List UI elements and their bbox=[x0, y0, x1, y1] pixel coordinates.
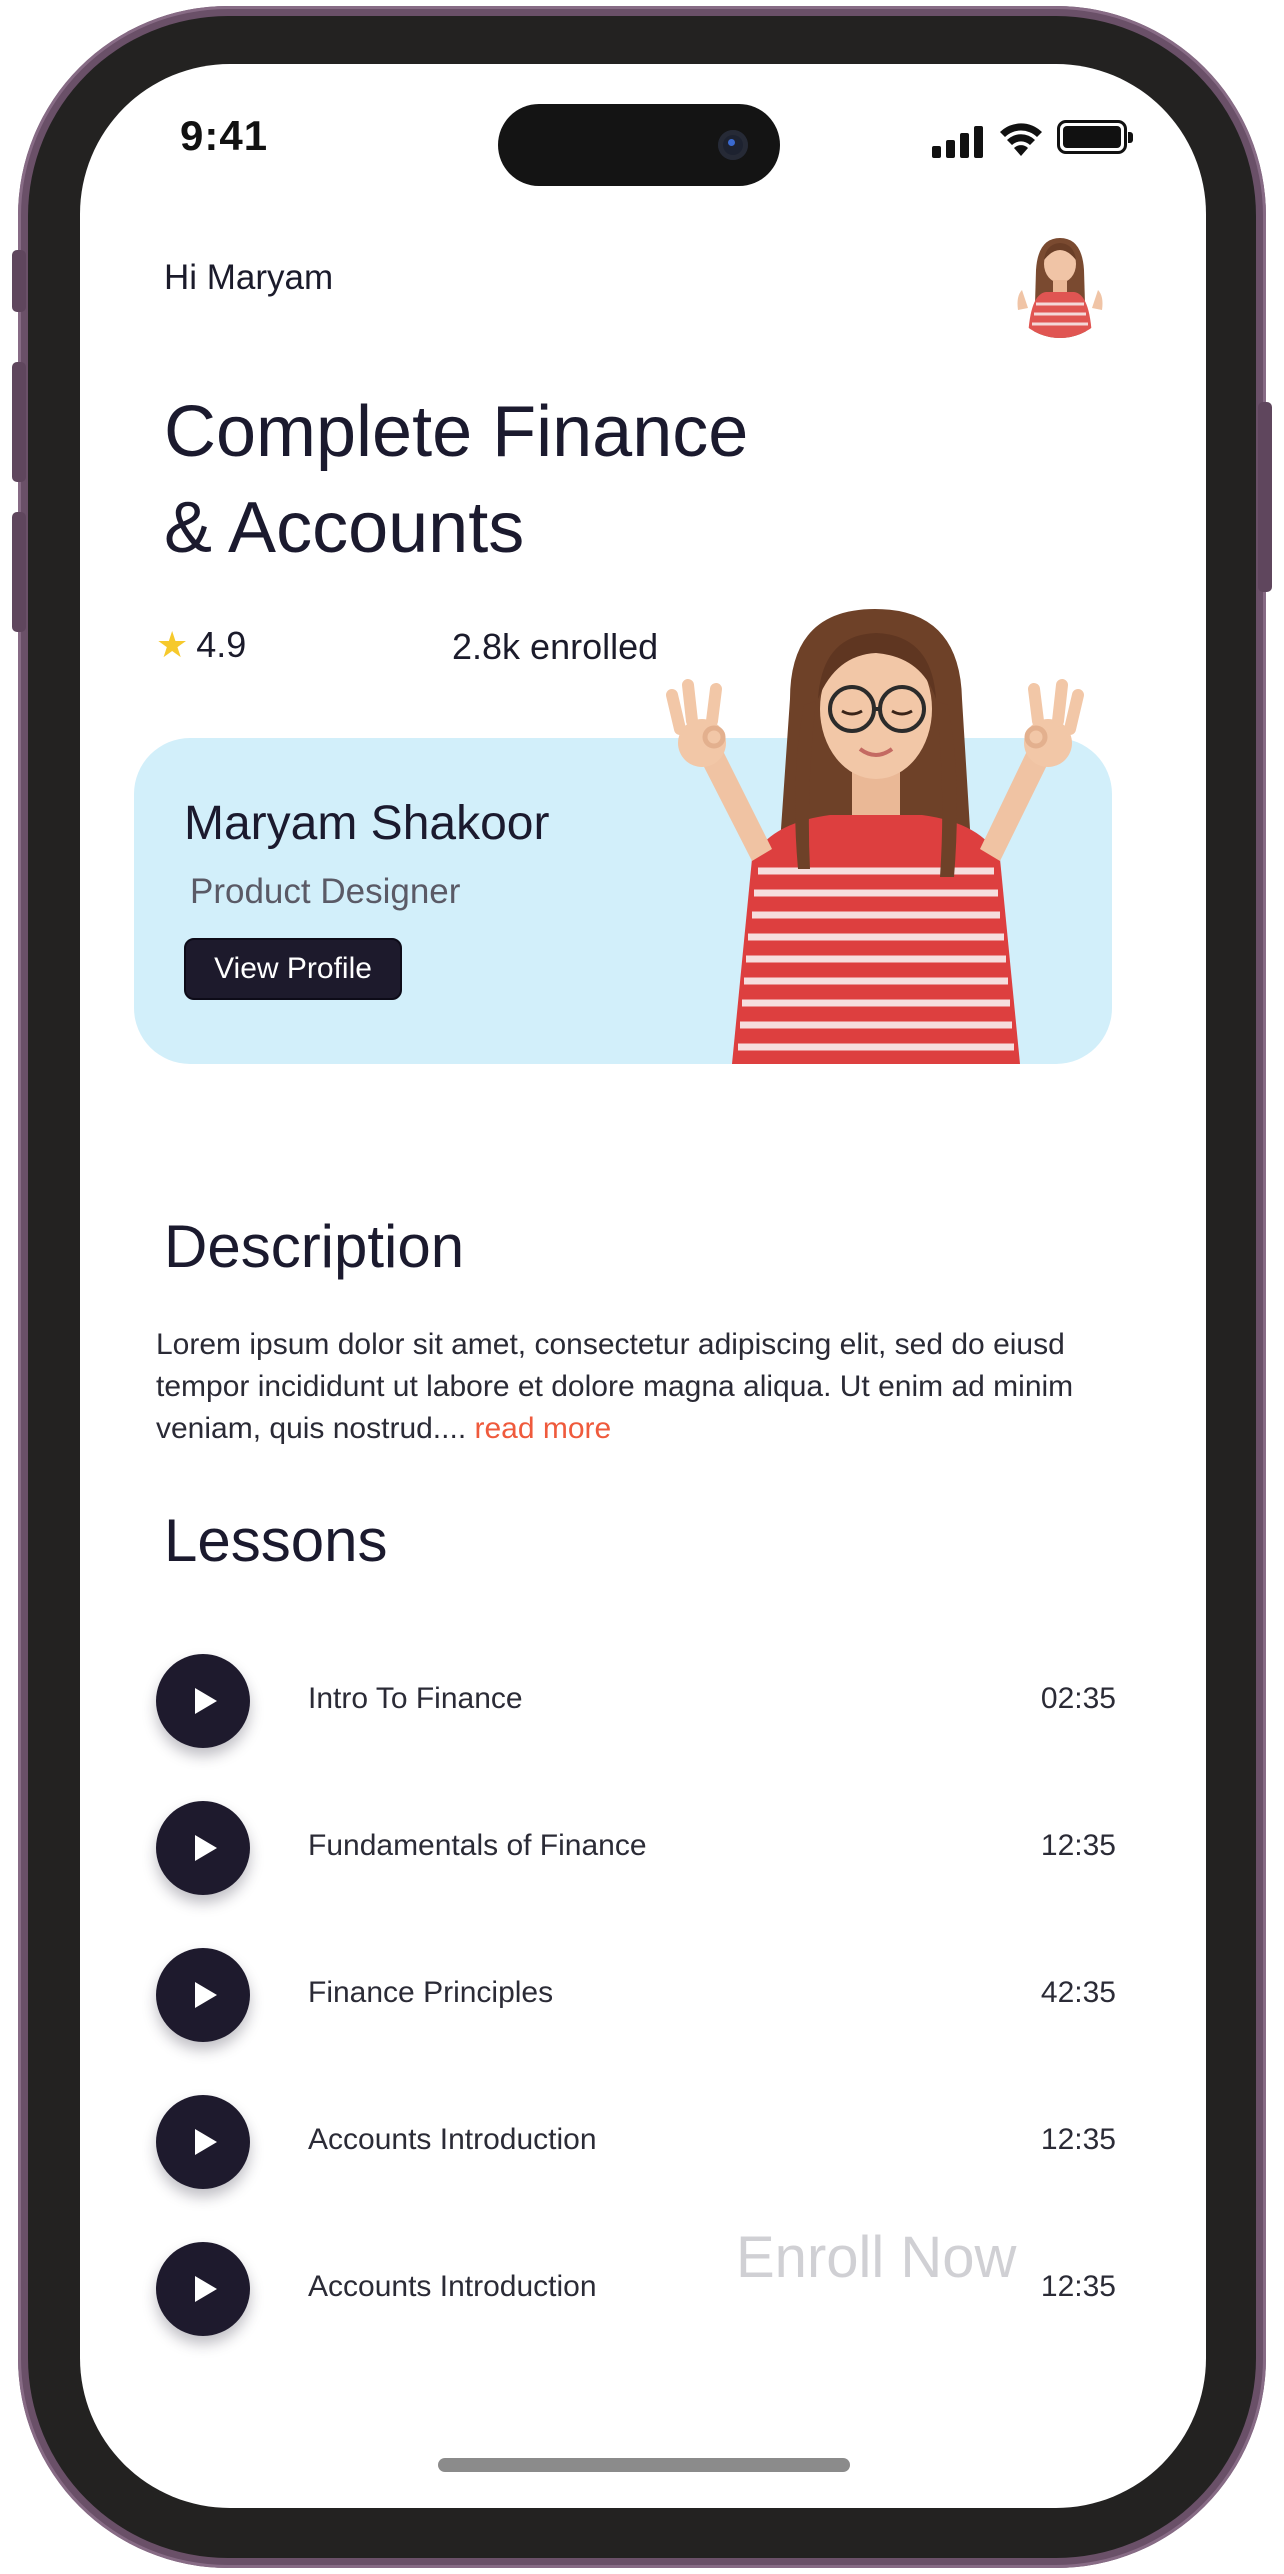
instructor-photo bbox=[640, 609, 1110, 1064]
lessons-heading: Lessons bbox=[164, 1507, 388, 1574]
play-button[interactable] bbox=[156, 1654, 250, 1748]
instructor-role: Product Designer bbox=[190, 872, 461, 911]
course-title-line2: & Accounts bbox=[164, 488, 525, 568]
greeting-text: Hi Maryam bbox=[164, 258, 334, 297]
lesson-title: Intro To Finance bbox=[308, 1682, 523, 1715]
play-icon bbox=[195, 1982, 217, 2008]
dynamic-island bbox=[498, 104, 780, 186]
battery-icon bbox=[1057, 120, 1133, 154]
course-title-line1: Complete Finance bbox=[164, 392, 749, 472]
play-button[interactable] bbox=[156, 1948, 250, 2042]
home-indicator[interactable] bbox=[438, 2458, 850, 2472]
read-more-link[interactable]: read more bbox=[475, 1412, 612, 1445]
wifi-icon bbox=[1000, 123, 1042, 156]
play-button[interactable] bbox=[156, 1801, 250, 1895]
lesson-duration: 12:35 bbox=[1040, 1829, 1116, 1862]
description-text: Lorem ipsum dolor sit amet, consectetur … bbox=[156, 1324, 1116, 1450]
camera-icon bbox=[718, 130, 748, 160]
description-body: Lorem ipsum dolor sit amet, consectetur … bbox=[156, 1328, 1074, 1445]
view-profile-button[interactable]: View Profile bbox=[184, 938, 402, 1000]
volume-up-button bbox=[12, 362, 26, 482]
play-button[interactable] bbox=[156, 2242, 250, 2336]
instructor-name: Maryam Shakoor bbox=[184, 797, 550, 850]
avatar[interactable] bbox=[1006, 230, 1114, 338]
lesson-item[interactable]: Intro To Finance 02:35 bbox=[156, 1654, 1116, 1750]
lesson-title: Finance Principles bbox=[308, 1976, 554, 2009]
play-icon bbox=[195, 1835, 217, 1861]
cellular-signal-icon bbox=[932, 126, 984, 158]
lesson-item[interactable]: Accounts Introduction 12:35 bbox=[156, 2242, 1116, 2338]
play-icon bbox=[195, 2129, 217, 2155]
description-heading: Description bbox=[164, 1213, 465, 1280]
lesson-title: Accounts Introduction bbox=[308, 2270, 597, 2303]
course-title: Complete Finance & Accounts bbox=[164, 384, 884, 576]
lesson-item[interactable]: Finance Principles 42:35 bbox=[156, 1948, 1116, 2044]
lesson-title: Accounts Introduction bbox=[308, 2123, 597, 2156]
mute-switch bbox=[12, 250, 26, 312]
star-icon: ★ bbox=[156, 624, 189, 665]
lesson-title: Fundamentals of Finance bbox=[308, 1829, 647, 1862]
app-screen: 9:41 Hi Maryam Complete Finance & Accoun… bbox=[80, 64, 1206, 2508]
lesson-item[interactable]: Accounts Introduction 12:35 bbox=[156, 2095, 1116, 2191]
play-button[interactable] bbox=[156, 2095, 250, 2189]
power-button bbox=[1258, 402, 1272, 592]
lesson-duration: 12:35 bbox=[1040, 2123, 1116, 2156]
course-rating: ★ 4.9 bbox=[156, 624, 246, 666]
enrolled-count: 2.8k enrolled bbox=[452, 626, 659, 667]
lesson-item[interactable]: Fundamentals of Finance 12:35 bbox=[156, 1801, 1116, 1897]
lesson-duration: 12:35 bbox=[1040, 2270, 1116, 2303]
lesson-duration: 02:35 bbox=[1040, 1682, 1116, 1715]
play-icon bbox=[195, 1688, 217, 1714]
rating-value: 4.9 bbox=[196, 624, 247, 665]
status-time: 9:41 bbox=[180, 112, 269, 159]
volume-down-button bbox=[12, 512, 26, 632]
play-icon bbox=[195, 2276, 217, 2302]
lesson-duration: 42:35 bbox=[1040, 1976, 1116, 2009]
